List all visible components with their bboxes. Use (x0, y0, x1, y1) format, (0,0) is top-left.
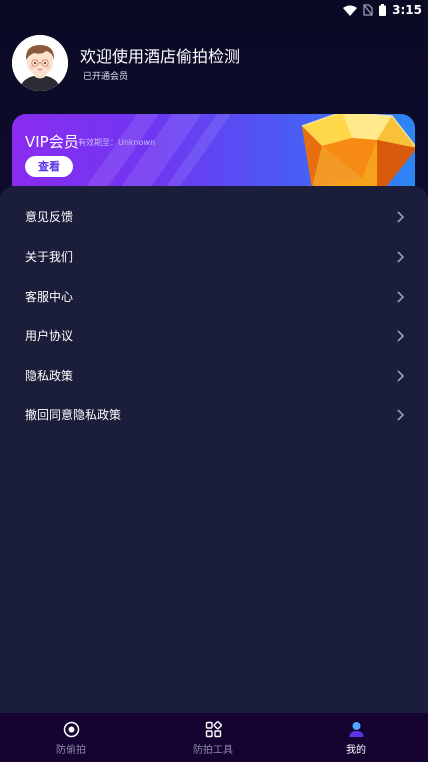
bottom-nav: 防偷拍 防拍工具 我的 (0, 713, 428, 762)
menu-item-about-us[interactable]: 关于我们 (0, 237, 428, 277)
chevron-right-icon (397, 211, 405, 223)
nav-label: 防偷拍 (56, 745, 86, 756)
menu-item-withdraw-consent[interactable]: 撤回同意隐私政策 (0, 395, 428, 435)
battery-icon (379, 4, 387, 16)
menu-item-label: 撤回同意隐私政策 (25, 408, 122, 422)
chevron-right-icon (397, 370, 405, 382)
camera-lens-icon (63, 721, 80, 738)
nav-item-anti-spy[interactable]: 防偷拍 (21, 713, 121, 762)
chevron-right-icon (397, 330, 405, 342)
user-profile-icon (349, 722, 364, 737)
chevron-right-icon (397, 409, 405, 421)
settings-menu-panel: 意见反馈 关于我们 客服中心 用户协议 隐私政策 撤回同意隐私政策 (0, 186, 428, 713)
menu-item-customer-service[interactable]: 客服中心 (0, 277, 428, 317)
menu-item-privacy-policy[interactable]: 隐私政策 (0, 356, 428, 396)
menu-item-label: 关于我们 (25, 250, 74, 264)
wifi-icon (343, 5, 358, 16)
welcome-title: 欢迎使用酒店偷拍检测 (80, 47, 241, 66)
grid-tools-icon (205, 721, 222, 738)
vip-title: VIP会员 (25, 133, 79, 151)
status-time: 3:15 (392, 3, 422, 17)
nav-item-mine[interactable]: 我的 (306, 713, 406, 762)
menu-item-label: 隐私政策 (25, 369, 74, 383)
menu-item-feedback[interactable]: 意见反馈 (0, 197, 428, 237)
member-status-label: 已开通会员 (83, 72, 129, 82)
menu-item-label: 客服中心 (25, 290, 74, 304)
avatar[interactable] (12, 35, 68, 91)
chevron-right-icon (397, 251, 405, 263)
menu-item-user-agreement[interactable]: 用户协议 (0, 316, 428, 356)
nav-item-tools[interactable]: 防拍工具 (163, 713, 263, 762)
menu-item-label: 用户协议 (25, 329, 74, 343)
menu-item-label: 意见反馈 (25, 210, 74, 224)
vip-expiry-text: 有效期至：Unknown (78, 138, 156, 147)
no-sim-icon (363, 4, 373, 16)
nav-label: 防拍工具 (193, 745, 233, 756)
status-icons: 3:15 (343, 3, 422, 17)
status-bar: 3:15 (0, 0, 428, 22)
vip-view-button[interactable]: 查看 (25, 156, 73, 177)
nav-label-active: 我的 (346, 745, 366, 756)
chevron-right-icon (397, 291, 405, 303)
avatar-illustration (12, 35, 68, 91)
